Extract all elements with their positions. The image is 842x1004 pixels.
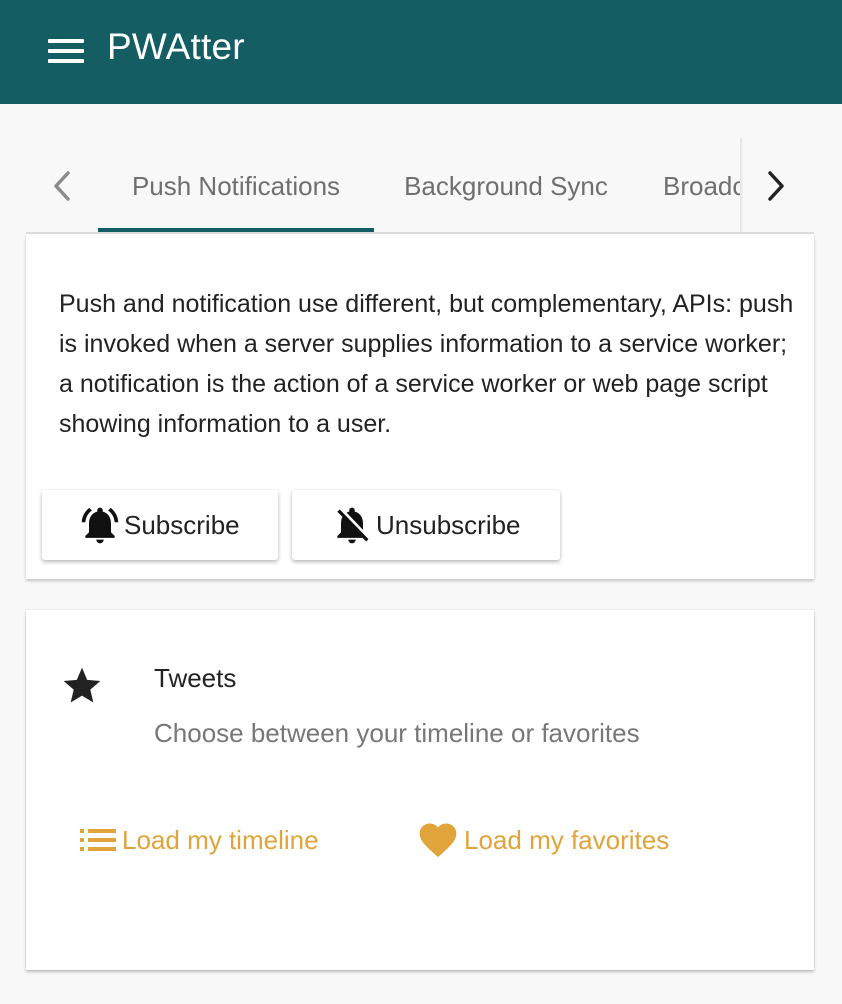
load-timeline-button[interactable]: Load my timeline bbox=[78, 816, 319, 864]
tab-bar: Push Notifications Background Sync Broad… bbox=[26, 138, 814, 234]
tweets-title: Tweets bbox=[154, 663, 237, 693]
tab-broadcast[interactable]: Broadc bbox=[638, 138, 742, 234]
bell-off-icon bbox=[330, 503, 374, 547]
chevron-left-icon[interactable] bbox=[42, 166, 82, 206]
list-icon bbox=[78, 823, 118, 857]
chevron-right-icon[interactable] bbox=[756, 166, 796, 206]
star-icon bbox=[60, 664, 104, 708]
heart-icon bbox=[416, 818, 460, 862]
app-title: PWAtter bbox=[107, 26, 245, 67]
push-description: Push and notification use different, but… bbox=[59, 290, 794, 438]
load-timeline-label: Load my timeline bbox=[122, 824, 319, 855]
load-favorites-label: Load my favorites bbox=[464, 824, 670, 855]
load-favorites-button[interactable]: Load my favorites bbox=[416, 816, 669, 864]
tweets-subtitle: Choose between your timeline or favorite… bbox=[154, 718, 640, 748]
bell-ringing-icon bbox=[78, 503, 122, 547]
tab-push-notifications[interactable]: Push Notifications bbox=[98, 138, 374, 234]
push-notifications-card: Push and notification use different, but… bbox=[26, 234, 814, 579]
subscribe-label: Subscribe bbox=[124, 509, 240, 540]
unsubscribe-button[interactable]: Unsubscribe bbox=[292, 490, 560, 560]
tab-scroll-divider bbox=[740, 138, 743, 234]
tab-background-sync[interactable]: Background Sync bbox=[374, 138, 638, 234]
app-bar: PWAtter bbox=[0, 0, 842, 104]
tab-strip: Push Notifications Background Sync Broad… bbox=[98, 138, 742, 234]
tweets-card: Tweets Choose between your timeline or f… bbox=[26, 610, 814, 970]
unsubscribe-label: Unsubscribe bbox=[376, 509, 521, 540]
menu-icon[interactable] bbox=[48, 38, 84, 64]
subscribe-button[interactable]: Subscribe bbox=[42, 490, 278, 560]
